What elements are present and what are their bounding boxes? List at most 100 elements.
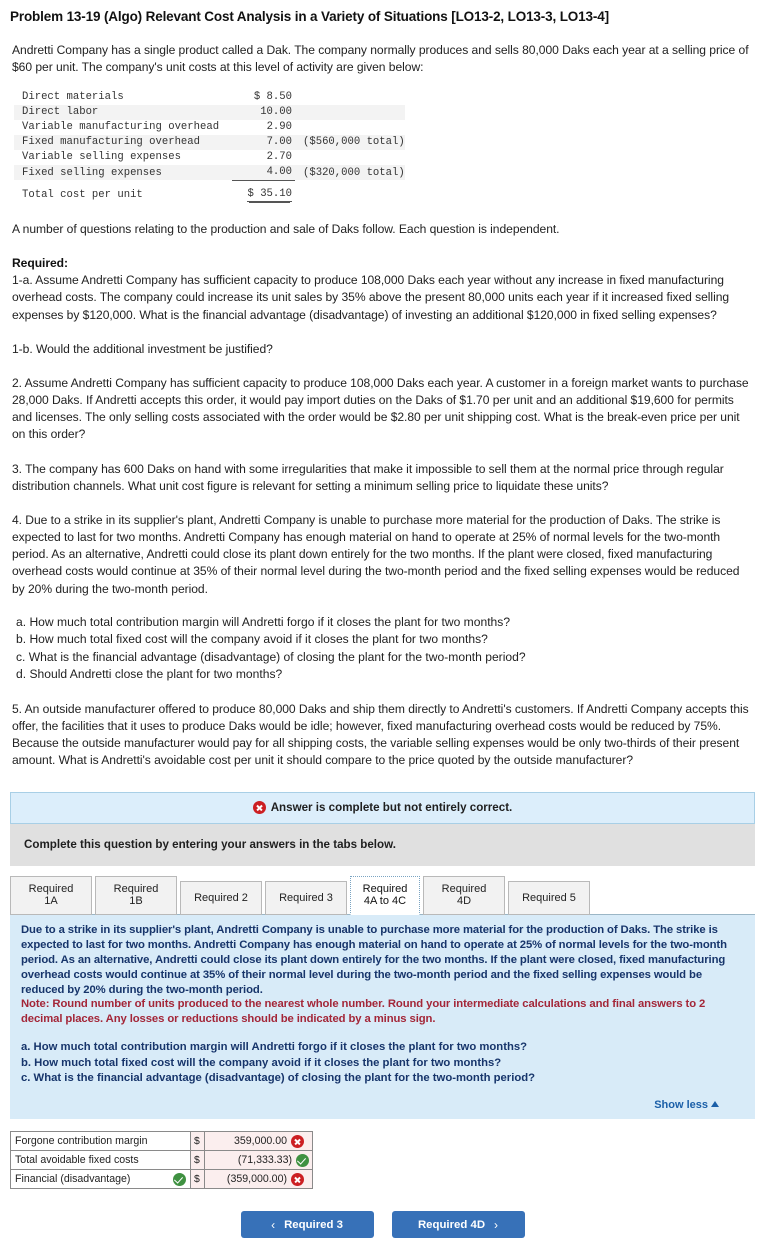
unit-cost-table: Direct materials $ 8.50 Direct labor 10.… (14, 90, 405, 204)
cost-label: Variable selling expenses (22, 151, 181, 164)
total-cost-value: $ 35.10 (247, 188, 292, 203)
question-4a: a. How much total contribution margin wi… (16, 614, 511, 629)
cost-table-body: Direct materials $ 8.50 Direct labor 10.… (14, 90, 405, 204)
tab-required-4d[interactable]: Required 4D (423, 875, 505, 915)
cost-label: Fixed manufacturing overhead (22, 136, 201, 149)
cost-note (295, 120, 405, 135)
table-row: Variable selling expenses 2.70 (14, 150, 405, 165)
cost-amount: 10.00 (260, 106, 292, 119)
question-2: 2. Assume Andretti Company has sufficien… (12, 375, 749, 442)
total-cost-label: Total cost per unit (22, 189, 143, 202)
instruction-bar: Complete this question by entering your … (10, 823, 755, 866)
x-circle-icon (291, 1134, 304, 1148)
intro-paragraph: Andretti Company has a single product ca… (12, 42, 749, 74)
table-row-total: Total cost per unit $ 35.10 (14, 187, 405, 204)
total-cost-amount: $ 35.10 (232, 187, 295, 204)
previous-required-button[interactable]: ‹ Required 3 (240, 1211, 374, 1238)
answer-value: 359,000.00 (233, 1135, 287, 1147)
table-row: Fixed manufacturing overhead 7.00 ($560,… (14, 134, 405, 150)
x-circle-icon (252, 801, 266, 815)
cost-amount: 2.90 (266, 121, 292, 134)
show-less-toggle[interactable]: Show less (21, 1099, 744, 1113)
answer-value-flex: (71,333.33) (206, 1153, 309, 1167)
answer-label-flex: Forgone contribution margin (15, 1135, 186, 1147)
answer-value-cell[interactable]: 359,000.00 (204, 1131, 313, 1151)
cost-note: ($560,000 total) (303, 136, 405, 149)
tab-panel-required-4a-to-4c: Due to a strike in its supplier's plant,… (10, 913, 755, 1119)
table-row: Direct labor 10.00 (14, 104, 405, 120)
cost-label: Fixed selling expenses (22, 166, 162, 179)
answer-table-wrap: Forgone contribution margin $ 359,000.00 (10, 1131, 765, 1189)
tab-required-2[interactable]: Required 2 (180, 880, 262, 915)
page-title: Problem 13-19 (Algo) Relevant Cost Analy… (10, 9, 609, 24)
cost-amount: 2.70 (266, 151, 292, 164)
answer-value: (359,000.00) (226, 1173, 287, 1185)
panel-prompt: Due to a strike in its supplier's plant,… (21, 923, 727, 996)
independent-note: A number of questions relating to the pr… (12, 221, 560, 236)
cost-amount: $ 8.50 (253, 91, 292, 104)
answer-label: Forgone contribution margin (15, 1135, 148, 1147)
answer-value-cell[interactable]: (359,000.00) (204, 1169, 313, 1189)
next-required-label: Required 4D (417, 1218, 486, 1231)
question-4d: d. Should Andretti close the plant for t… (16, 667, 283, 682)
panel-question-list: a. How much total contribution margin wi… (21, 1040, 744, 1086)
question-4c: c. What is the financial advantage (disa… (16, 649, 526, 664)
cost-label: Variable manufacturing overhead (22, 121, 220, 134)
cost-note (295, 105, 405, 120)
cost-amount: 7.00 (266, 136, 292, 149)
required-heading: Required: (12, 256, 68, 271)
total-cost-note (295, 187, 405, 204)
tab-required-4a-to-4c[interactable]: Required 4A to 4C (350, 875, 420, 915)
next-required-button[interactable]: Required 4D › (391, 1211, 525, 1238)
question-3: 3. The company has 600 Daks on hand with… (12, 461, 724, 493)
panel-question-a: a. How much total contribution margin wi… (21, 1041, 528, 1054)
tab-required-1a[interactable]: Required 1A (10, 875, 92, 915)
table-row: Total avoidable fixed costs $ (71,333.33… (10, 1150, 313, 1170)
tab-required-1b[interactable]: Required 1B (95, 875, 177, 915)
table-row: Forgone contribution margin $ 359,000.00 (10, 1131, 313, 1151)
currency-symbol: $ (190, 1131, 205, 1151)
question-1a: 1-a. Assume Andretti Company has suffici… (12, 273, 730, 322)
answer-table-body: Forgone contribution margin $ 359,000.00 (10, 1131, 313, 1189)
chevron-left-icon: ‹ (271, 1217, 276, 1232)
status-banner: Answer is complete but not entirely corr… (10, 791, 755, 824)
question-1b: 1-b. Would the additional investment be … (12, 341, 273, 356)
cost-label: Direct materials (22, 91, 124, 104)
problem-page: Problem 13-19 (Algo) Relevant Cost Analy… (0, 0, 765, 1260)
answer-value-flex: 359,000.00 (206, 1134, 309, 1148)
table-row: Direct materials $ 8.50 (14, 90, 405, 105)
table-row: Financial (disadvantage) $ (359,000.00) (10, 1169, 313, 1189)
tab-required-5[interactable]: Required 5 (508, 880, 590, 915)
panel-question-b: b. How much total fixed cost will the co… (21, 1056, 502, 1069)
tab-bar: Required 1A Required 1B Required 2 Requi… (10, 875, 755, 915)
cost-amount: 4.00 (232, 164, 295, 181)
caret-up-icon (711, 1101, 719, 1107)
required-block: Required: 1-a. Assume Andretti Company h… (0, 255, 765, 324)
answer-label-flex: Financial (disadvantage) (15, 1172, 186, 1186)
panel-note: Note: Round number of units produced to … (21, 998, 706, 1026)
answer-label-cell: Total avoidable fixed costs (10, 1150, 191, 1170)
question-4: 4. Due to a strike in its supplier's pla… (12, 512, 740, 596)
answer-value-flex: (359,000.00) (206, 1172, 309, 1186)
question-4-subquestions: a. How much total contribution margin wi… (0, 614, 765, 684)
cost-label: Direct labor (22, 106, 99, 119)
previous-required-label: Required 3 (284, 1218, 343, 1231)
answer-table: Forgone contribution margin $ 359,000.00 (10, 1131, 313, 1189)
answer-label: Financial (disadvantage) (15, 1173, 131, 1185)
check-circle-icon (173, 1172, 186, 1186)
check-circle-icon (296, 1153, 309, 1167)
answer-label-cell: Forgone contribution margin (10, 1131, 191, 1151)
currency-symbol: $ (190, 1169, 205, 1189)
panel-question-c: c. What is the financial advantage (disa… (21, 1071, 536, 1084)
instruction-text: Complete this question by entering your … (24, 838, 396, 852)
show-less-label: Show less (654, 1099, 708, 1111)
answer-value-cell[interactable]: (71,333.33) (204, 1150, 313, 1170)
status-banner-text: Answer is complete but not entirely corr… (270, 801, 513, 815)
question-5: 5. An outside manufacturer offered to pr… (12, 701, 749, 768)
answer-label-cell: Financial (disadvantage) (10, 1169, 191, 1189)
navigation-row: ‹ Required 3 Required 4D › (0, 1211, 765, 1260)
tab-required-3[interactable]: Required 3 (265, 880, 347, 915)
cost-note: ($320,000 total) (303, 166, 405, 179)
x-circle-icon (291, 1172, 304, 1186)
question-4b: b. How much total fixed cost will the co… (16, 632, 488, 647)
